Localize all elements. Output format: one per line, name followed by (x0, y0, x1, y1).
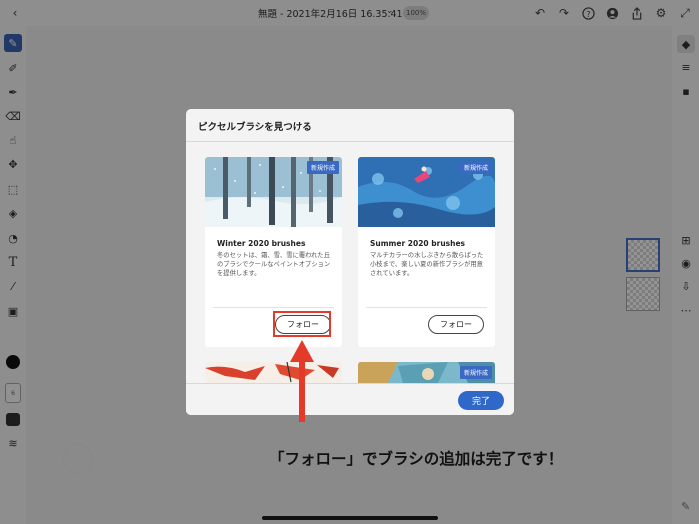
card-description: マルチカラーの水しぶきから散らばった小枝まで、楽しい夏の新作ブラシが用意されてい… (370, 252, 484, 277)
follow-button-summer[interactable]: フォロー (428, 315, 484, 334)
brush-card-partial[interactable] (205, 362, 342, 383)
touch-shortcut-button[interactable] (63, 444, 93, 474)
annotation-arrow (290, 340, 314, 422)
annotation-caption: 「フォロー」でブラシの追加は完了です！ (269, 450, 564, 468)
card-title: Summer 2020 brushes (370, 239, 466, 248)
divider (213, 307, 334, 308)
brush-card-summer[interactable]: 新規作成 Summer 2020 brushes マルチカラーの水しぶきから散ら… (358, 157, 495, 347)
app-window: ‹ 無題 - 2021年2月16日 16.35.41 * ⌄ 100% ↶ ↷ … (0, 0, 699, 524)
done-button[interactable]: 完了 (458, 391, 504, 410)
brush-card-image (205, 362, 342, 383)
new-badge: 新規作成 (459, 161, 492, 174)
brush-card-partial[interactable]: 新規作成 (358, 362, 495, 383)
pencil-icon[interactable]: ✎ (681, 500, 690, 513)
new-badge: 新規作成 (459, 366, 492, 379)
discover-brushes-dialog: ピクセルブラシを見つける 新規作成 Winter 2020 brushes 冬の… (186, 109, 514, 415)
new-badge: 新規作成 (306, 161, 339, 174)
card-description: 冬のセットは、霜、雪、雪に覆われた丘のブラシでクールなペイントオプションを提供し… (217, 252, 331, 277)
dialog-title: ピクセルブラシを見つける (198, 122, 312, 133)
divider (186, 141, 514, 142)
follow-highlight-box (273, 311, 331, 337)
home-indicator[interactable] (262, 516, 438, 520)
divider (366, 307, 487, 308)
dialog-footer: 完了 (186, 383, 514, 415)
card-title: Winter 2020 brushes (217, 239, 306, 248)
